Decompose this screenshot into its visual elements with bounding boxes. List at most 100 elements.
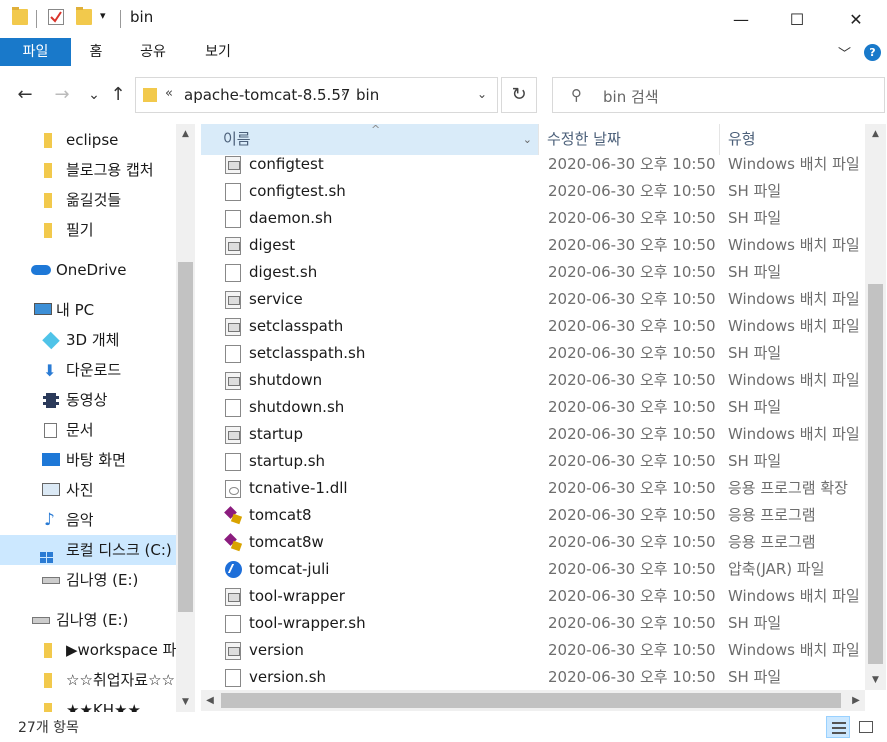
file-row[interactable]: setclasspath.sh 2020-06-30 오후 10:50 SH 파일 bbox=[201, 340, 865, 367]
tab-view[interactable]: 보기 bbox=[193, 38, 243, 66]
scroll-thumb[interactable] bbox=[221, 693, 841, 708]
forward-button[interactable]: → bbox=[50, 81, 74, 109]
search-box[interactable]: ⚲ bin 검색 bbox=[552, 77, 885, 113]
batch-file-icon bbox=[225, 291, 241, 309]
sidebar-item-local-disk-c[interactable]: 로컬 디스크 (C:) bbox=[0, 535, 176, 565]
tab-file[interactable]: 파일 bbox=[0, 38, 71, 66]
sidebar-item-kh[interactable]: ★★KH★★ bbox=[0, 695, 176, 712]
file-row[interactable]: tomcat8 2020-06-30 오후 10:50 응용 프로그램 bbox=[201, 502, 865, 529]
sidebar-item-usb-e[interactable]: 김나영 (E:) bbox=[0, 565, 176, 595]
file-name: setclasspath bbox=[249, 317, 344, 335]
scroll-right-icon[interactable]: ▶ bbox=[847, 690, 865, 711]
file-row[interactable]: setclasspath 2020-06-30 오후 10:50 Windows 배… bbox=[201, 313, 865, 340]
file-date-modified: 2020-06-30 오후 10:50 bbox=[548, 236, 716, 254]
tab-home[interactable]: 홈 bbox=[78, 38, 114, 66]
breadcrumb-apache-tomcat[interactable]: apache-tomcat-8.5.57 bbox=[184, 86, 350, 104]
minimize-button[interactable]: — bbox=[710, 0, 772, 38]
sidebar-item-onedrive[interactable]: OneDrive bbox=[0, 255, 176, 285]
search-input[interactable]: bin 검색 bbox=[603, 86, 659, 107]
maximize-button[interactable]: ☐ bbox=[766, 0, 828, 38]
file-row[interactable]: tomcat-juli 2020-06-30 오후 10:50 압축(JAR) 파일 bbox=[201, 556, 865, 583]
help-icon[interactable]: ? bbox=[864, 44, 881, 61]
folder-icon bbox=[44, 133, 52, 148]
file-row[interactable]: tool-wrapper 2020-06-30 오후 10:50 Windows 배… bbox=[201, 583, 865, 610]
file-row[interactable]: configtest 2020-06-30 오후 10:50 Windows 배치 … bbox=[201, 151, 865, 178]
properties-checkmark-icon[interactable] bbox=[48, 9, 64, 25]
sidebar-item-videos[interactable]: 동영상 bbox=[0, 385, 176, 415]
sidebar-item-job-materials[interactable]: ☆☆취업자료☆☆ bbox=[0, 665, 176, 695]
scroll-thumb[interactable] bbox=[868, 284, 883, 664]
file-name: configtest.sh bbox=[249, 182, 346, 200]
address-bar[interactable]: « apache-tomcat-8.5.57 › bin ⌄ bbox=[135, 77, 498, 113]
details-view-icon-line bbox=[832, 732, 846, 734]
scroll-down-icon[interactable]: ▼ bbox=[865, 672, 886, 688]
recent-locations-button[interactable]: ⌄ bbox=[82, 81, 106, 109]
horizontal-scrollbar[interactable]: ◀ ▶ bbox=[201, 690, 865, 711]
scroll-left-icon[interactable]: ◀ bbox=[201, 690, 219, 711]
usb-drive-icon bbox=[42, 577, 60, 584]
file-row[interactable]: shutdown 2020-06-30 오후 10:50 Windows 배치 파일 bbox=[201, 367, 865, 394]
ribbon-collapse-icon[interactable]: ﹀ bbox=[838, 43, 851, 62]
sidebar-item-desktop[interactable]: 바탕 화면 bbox=[0, 445, 176, 475]
sidebar-item-notes[interactable]: 필기 bbox=[0, 215, 176, 245]
sidebar-item-downloads[interactable]: ⬇ 다운로드 bbox=[0, 355, 176, 385]
file-row[interactable]: configtest.sh 2020-06-30 오후 10:50 SH 파일 bbox=[201, 178, 865, 205]
quick-access-dropdown-icon[interactable]: ▾ bbox=[100, 9, 106, 22]
folder-icon bbox=[44, 673, 52, 688]
sidebar-item-move-items[interactable]: 옮길것들 bbox=[0, 185, 176, 215]
file-icon bbox=[225, 615, 241, 633]
column-name-label: 이름 bbox=[223, 130, 251, 148]
up-button[interactable]: ↑ bbox=[106, 81, 130, 109]
scroll-thumb[interactable] bbox=[178, 262, 193, 612]
cube-icon bbox=[42, 331, 60, 350]
refresh-button[interactable]: ↻ bbox=[501, 77, 537, 113]
file-row[interactable]: startup 2020-06-30 오후 10:50 Windows 배치 파일 bbox=[201, 421, 865, 448]
file-type: Windows 배치 파일 bbox=[728, 290, 860, 308]
breadcrumb-bin[interactable]: bin bbox=[356, 86, 379, 104]
scroll-down-icon[interactable]: ▼ bbox=[176, 694, 195, 710]
sidebar-item-documents[interactable]: 문서 bbox=[0, 415, 176, 445]
cloud-icon bbox=[31, 265, 51, 275]
file-row[interactable]: digest 2020-06-30 오후 10:50 Windows 배치 파일 bbox=[201, 232, 865, 259]
back-button[interactable]: ← bbox=[13, 81, 37, 109]
address-dropdown-icon[interactable]: ⌄ bbox=[477, 87, 487, 101]
file-row[interactable]: service 2020-06-30 오후 10:50 Windows 배치 파일 bbox=[201, 286, 865, 313]
tab-share[interactable]: 공유 bbox=[128, 38, 178, 66]
file-row[interactable]: version 2020-06-30 오후 10:50 Windows 배치 파일 bbox=[201, 637, 865, 664]
scroll-up-icon[interactable]: ▲ bbox=[176, 126, 195, 142]
file-name: version bbox=[249, 641, 304, 659]
breadcrumb-separator[interactable]: › bbox=[341, 86, 346, 101]
sidebar-item-usb-e-root[interactable]: 김나영 (E:) bbox=[0, 605, 176, 635]
batch-file-icon bbox=[225, 237, 241, 255]
file-row[interactable]: shutdown.sh 2020-06-30 오후 10:50 SH 파일 bbox=[201, 394, 865, 421]
file-row[interactable]: startup.sh 2020-06-30 오후 10:50 SH 파일 bbox=[201, 448, 865, 475]
new-folder-icon[interactable] bbox=[76, 7, 92, 25]
navigation-bar: ← → ⌄ ↑ « apache-tomcat-8.5.57 › bin ⌄ ↻… bbox=[0, 67, 887, 123]
scroll-up-icon[interactable]: ▲ bbox=[865, 126, 886, 142]
file-row[interactable]: digest.sh 2020-06-30 오후 10:50 SH 파일 bbox=[201, 259, 865, 286]
file-row[interactable]: tcnative-1.dll 2020-06-30 오후 10:50 응용 프로그램… bbox=[201, 475, 865, 502]
file-row[interactable]: version.sh 2020-06-30 오후 10:50 SH 파일 bbox=[201, 664, 865, 691]
sidebar-item-pictures[interactable]: 사진 bbox=[0, 475, 176, 505]
details-view-button[interactable] bbox=[826, 716, 850, 738]
file-list-scrollbar[interactable]: ▲ ▼ bbox=[865, 124, 886, 690]
file-row[interactable]: tool-wrapper.sh 2020-06-30 오후 10:50 SH 파일 bbox=[201, 610, 865, 637]
sidebar-item-music[interactable]: ♪ 음악 bbox=[0, 505, 176, 535]
breadcrumb-overflow[interactable]: « bbox=[165, 86, 173, 101]
ribbon-tabs: 파일 홈 공유 보기 ﹀ ? bbox=[0, 38, 887, 67]
file-row[interactable]: daemon.sh 2020-06-30 오후 10:50 SH 파일 bbox=[201, 205, 865, 232]
nav-pane-scrollbar[interactable]: ▲ ▼ bbox=[176, 124, 195, 712]
file-type: SH 파일 bbox=[728, 398, 782, 416]
file-row[interactable]: tomcat8w 2020-06-30 오후 10:50 응용 프로그램 bbox=[201, 529, 865, 556]
large-icons-view-button[interactable] bbox=[854, 716, 878, 738]
close-button[interactable]: ✕ bbox=[825, 0, 887, 38]
sidebar-item-eclipse[interactable]: eclipse bbox=[0, 125, 176, 155]
document-icon bbox=[44, 423, 57, 438]
sidebar-item-blog-capture[interactable]: 블로그용 캡처 bbox=[0, 155, 176, 185]
sidebar-item-3d-objects[interactable]: 3D 개체 bbox=[0, 325, 176, 355]
batch-file-icon bbox=[225, 372, 241, 390]
sidebar-item-this-pc[interactable]: 내 PC bbox=[0, 295, 176, 325]
file-type: Windows 배치 파일 bbox=[728, 371, 860, 389]
sidebar-item-workspace[interactable]: ▶workspace 파일 bbox=[0, 635, 176, 665]
file-type: Windows 배치 파일 bbox=[728, 155, 860, 173]
